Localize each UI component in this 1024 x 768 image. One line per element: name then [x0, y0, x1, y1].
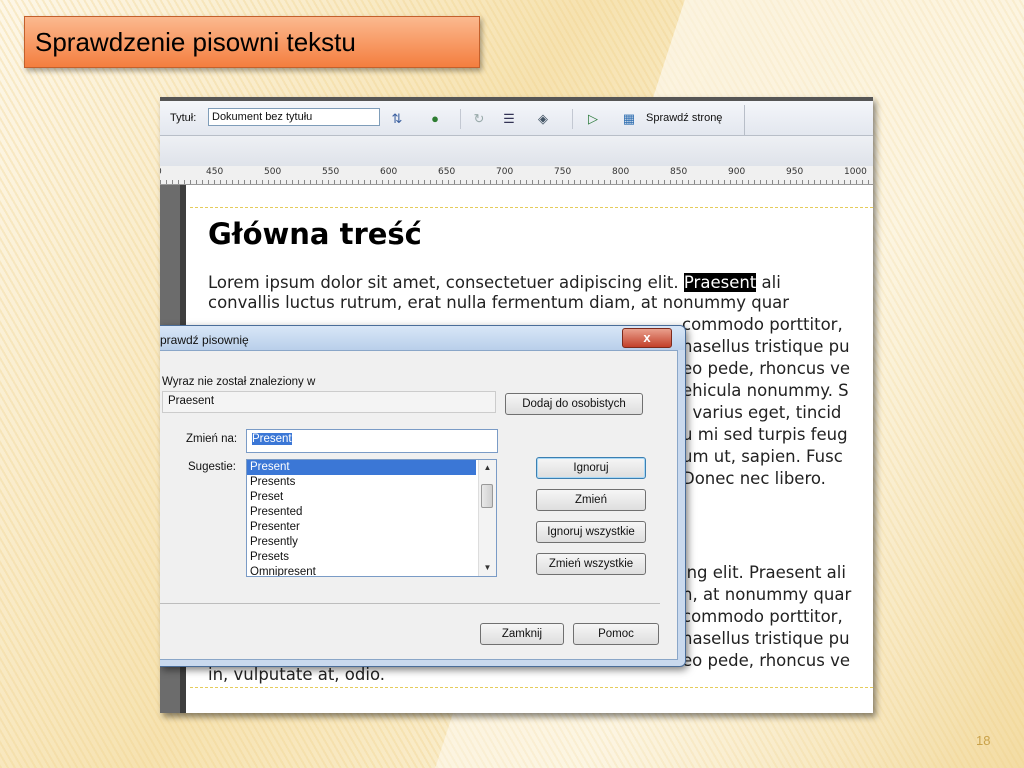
scroll-down-icon[interactable]: ▼ — [479, 560, 496, 576]
suggestion-item[interactable]: Omnipresent — [247, 565, 476, 576]
suggestions-list[interactable]: Present Presents Preset Presented Presen… — [246, 459, 497, 577]
document-heading: Główna treść — [208, 217, 422, 251]
toolbar-separator — [460, 109, 461, 129]
suggestions-label: Sugestie: — [188, 461, 236, 473]
ruler-tick: 500 — [264, 167, 282, 177]
file-management-icon[interactable]: ⇅ — [388, 111, 406, 127]
body-text-line: n, at nonummy quar — [682, 585, 852, 604]
dialog-body: Wyraz nie został znaleziony w Praesent D… — [160, 350, 678, 660]
suggestion-item[interactable]: Presenter — [247, 520, 476, 535]
ruler-tick: 650 — [438, 167, 456, 177]
check-page-icon[interactable]: ▦ — [620, 111, 638, 127]
body-text-line: ehicula nonummy. S — [682, 381, 849, 400]
ruler-tick: 750 — [554, 167, 572, 177]
change-to-input[interactable]: Present — [246, 429, 498, 453]
ruler-tick: 1000 — [844, 167, 867, 177]
dialog-titlebar[interactable]: prawdź pisownię x — [160, 326, 685, 350]
suggestion-item[interactable]: Presently — [247, 535, 476, 550]
body-text-line: hasellus tristique pu — [682, 629, 850, 648]
change-button[interactable]: Zmień — [536, 489, 646, 511]
suggestion-item[interactable]: Presents — [247, 475, 476, 490]
body-text-line: u mi sed turpis feug — [682, 425, 848, 444]
help-button[interactable]: Pomoc — [573, 623, 659, 645]
suggestion-item[interactable]: Preset — [247, 490, 476, 505]
horizontal-ruler: 0 450 500 550 600 650 700 750 800 850 90… — [160, 166, 873, 185]
suggestion-item[interactable]: Presented — [247, 505, 476, 520]
change-to-value: Present — [252, 433, 292, 445]
body-text-line: , varius eget, tincid — [682, 403, 842, 422]
toolbar-separator — [744, 105, 745, 135]
suggestion-item[interactable]: Presets — [247, 550, 476, 565]
editor-screenshot: Tytuł: Dokument bez tytułu ⇅ ● ↻ ☰ ◈ ▷ ▦… — [160, 97, 873, 713]
document-toolbar: Tytuł: Dokument bez tytułu ⇅ ● ↻ ☰ ◈ ▷ ▦… — [160, 101, 873, 136]
ignore-button[interactable]: Ignoruj — [536, 457, 646, 479]
body-text-line: ing elit. Praesent ali — [682, 563, 846, 582]
spell-check-dialog: prawdź pisownię x Wyraz nie został znale… — [160, 325, 686, 667]
body-text: Lorem ipsum dolor sit amet, consectetuer… — [208, 273, 684, 292]
refresh-icon[interactable]: ↻ — [470, 111, 488, 127]
body-text-line: eo pede, rhoncus ve — [682, 651, 851, 670]
view-options-icon[interactable]: ☰ — [500, 111, 518, 127]
add-to-personal-button[interactable]: Dodaj do osobistych — [505, 393, 643, 415]
body-text-line: commodo porttitor, — [682, 315, 843, 334]
validate-icon[interactable]: ▷ — [584, 111, 602, 127]
page-number: 18 — [976, 733, 991, 748]
body-text: ali — [756, 273, 781, 292]
check-page-button[interactable]: Sprawdź stronę — [646, 112, 722, 124]
dialog-separator — [160, 603, 660, 604]
ignore-all-button[interactable]: Ignoruj wszystkie — [536, 521, 646, 543]
suggestion-item[interactable]: Present — [247, 460, 476, 475]
body-text-line: convallis luctus rutrum, erat nulla ferm… — [208, 293, 790, 312]
ruler-tick: 850 — [670, 167, 688, 177]
toolbar-separator — [572, 109, 573, 129]
toolbar-subbar — [160, 136, 873, 166]
content-boundary — [190, 207, 873, 208]
ruler-tick: 450 — [206, 167, 224, 177]
ruler-tick: 600 — [380, 167, 398, 177]
body-text-line: um ut, sapien. Fusc — [682, 447, 843, 466]
close-button[interactable]: Zamknij — [480, 623, 564, 645]
ruler-tick: 900 — [728, 167, 746, 177]
preview-globe-icon[interactable]: ● — [426, 111, 444, 127]
scroll-up-icon[interactable]: ▲ — [479, 460, 496, 476]
ruler-tick: 0 — [160, 167, 162, 177]
dialog-close-button[interactable]: x — [622, 328, 672, 348]
change-all-button[interactable]: Zmień wszystkie — [536, 553, 646, 575]
ruler-tick: 550 — [322, 167, 340, 177]
not-found-label: Wyraz nie został znaleziony w — [162, 376, 316, 388]
dialog-title: prawdź pisownię — [160, 333, 249, 347]
body-text-line: eo pede, rhoncus ve — [682, 359, 851, 378]
title-label: Tytuł: — [170, 112, 197, 124]
body-text-line: hasellus tristique pu — [682, 337, 850, 356]
body-text-line: commodo porttitor, — [682, 607, 843, 626]
scroll-thumb[interactable] — [481, 484, 493, 508]
change-to-label: Zmień na: — [186, 433, 238, 445]
body-text-line: in, vulputate at, odio. — [208, 665, 385, 684]
ruler-tick: 800 — [612, 167, 630, 177]
body-text-line: Donec nec libero. — [682, 469, 826, 488]
body-text-line: Lorem ipsum dolor sit amet, consectetuer… — [208, 273, 781, 293]
ruler-tick: 950 — [786, 167, 804, 177]
content-boundary — [190, 687, 873, 688]
slide-title: Sprawdzenie pisowni tekstu — [35, 27, 356, 57]
misspelled-word: Praesent — [683, 273, 757, 292]
document-title-input[interactable]: Dokument bez tytułu — [208, 108, 380, 126]
visual-aids-icon[interactable]: ◈ — [534, 111, 552, 127]
slide-title-box: Sprawdzenie pisowni tekstu — [24, 16, 480, 68]
ruler-tick: 700 — [496, 167, 514, 177]
suggestions-scrollbar[interactable]: ▲ ▼ — [478, 460, 496, 576]
not-found-word: Praesent — [162, 391, 496, 413]
